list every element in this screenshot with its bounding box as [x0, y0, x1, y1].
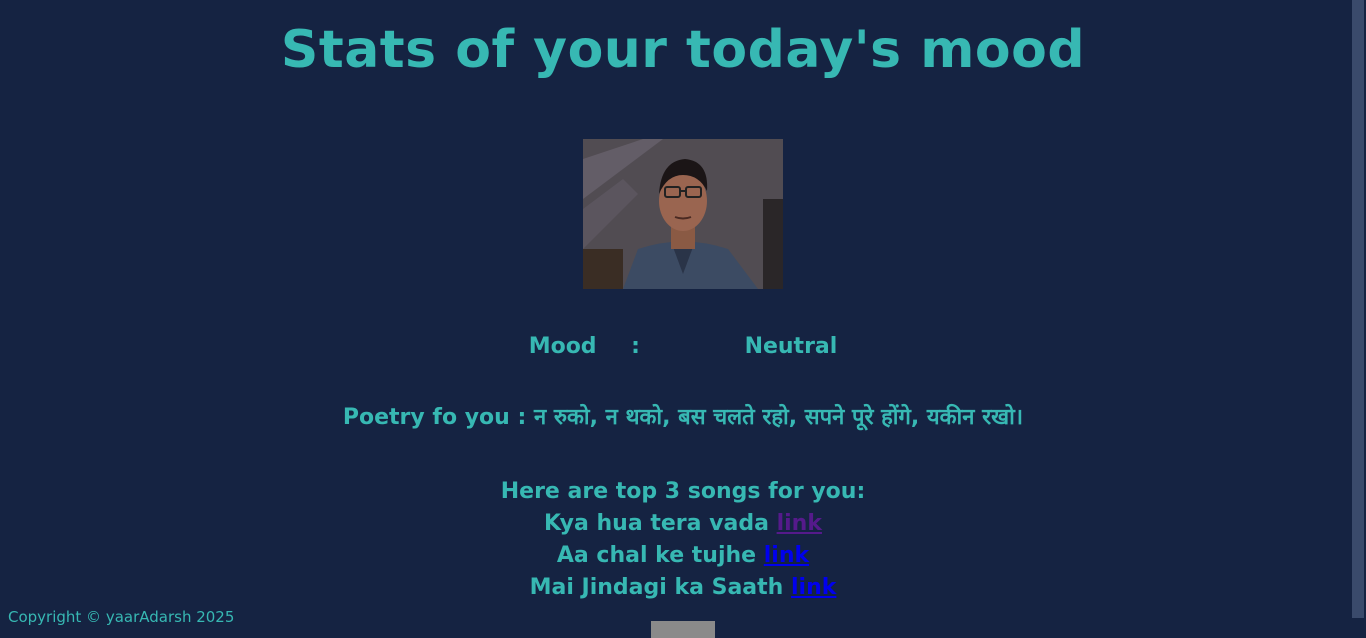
- song-title: Kya hua tera vada: [544, 511, 769, 536]
- poetry-label: Poetry fo you :: [342, 405, 527, 430]
- song-item: Aa chal ke tujhe link: [0, 540, 1366, 572]
- bottom-tab[interactable]: [651, 621, 715, 638]
- vertical-scrollbar[interactable]: [1352, 0, 1366, 638]
- song-item: Mai Jindagi ka Saath link: [0, 572, 1366, 604]
- page-title: Stats of your today's mood: [280, 20, 1086, 80]
- poetry-text: न रुको, न थको, बस चलते रहो, सपने पूरे हो…: [533, 405, 1024, 430]
- scrollbar-thumb[interactable]: [1352, 0, 1364, 618]
- mood-separator: :: [631, 334, 640, 359]
- mood-line: Mood: Neutral: [0, 332, 1366, 362]
- song-title: Mai Jindagi ka Saath: [529, 575, 784, 600]
- song-link[interactable]: link: [791, 575, 836, 600]
- song-link[interactable]: link: [764, 543, 809, 568]
- song-link[interactable]: link: [777, 511, 822, 536]
- song-title: Aa chal ke tujhe: [556, 543, 757, 568]
- captured-face-photo: [583, 139, 783, 289]
- poetry-line: Poetry fo you : न रुको, न थको, बस चलते र…: [0, 403, 1366, 433]
- song-item: Kya hua tera vada link: [0, 508, 1366, 540]
- songs-heading: Here are top 3 songs for you:: [500, 479, 866, 504]
- mood-label: Mood: [528, 334, 597, 359]
- mood-value: Neutral: [744, 334, 838, 359]
- copyright-footer: Copyright © yaarAdarsh 2025: [8, 608, 235, 626]
- mood-stats-page: Stats of your today's mood Mood: Neutral: [0, 0, 1366, 638]
- songs-section: Here are top 3 songs for you: Kya hua te…: [0, 476, 1366, 604]
